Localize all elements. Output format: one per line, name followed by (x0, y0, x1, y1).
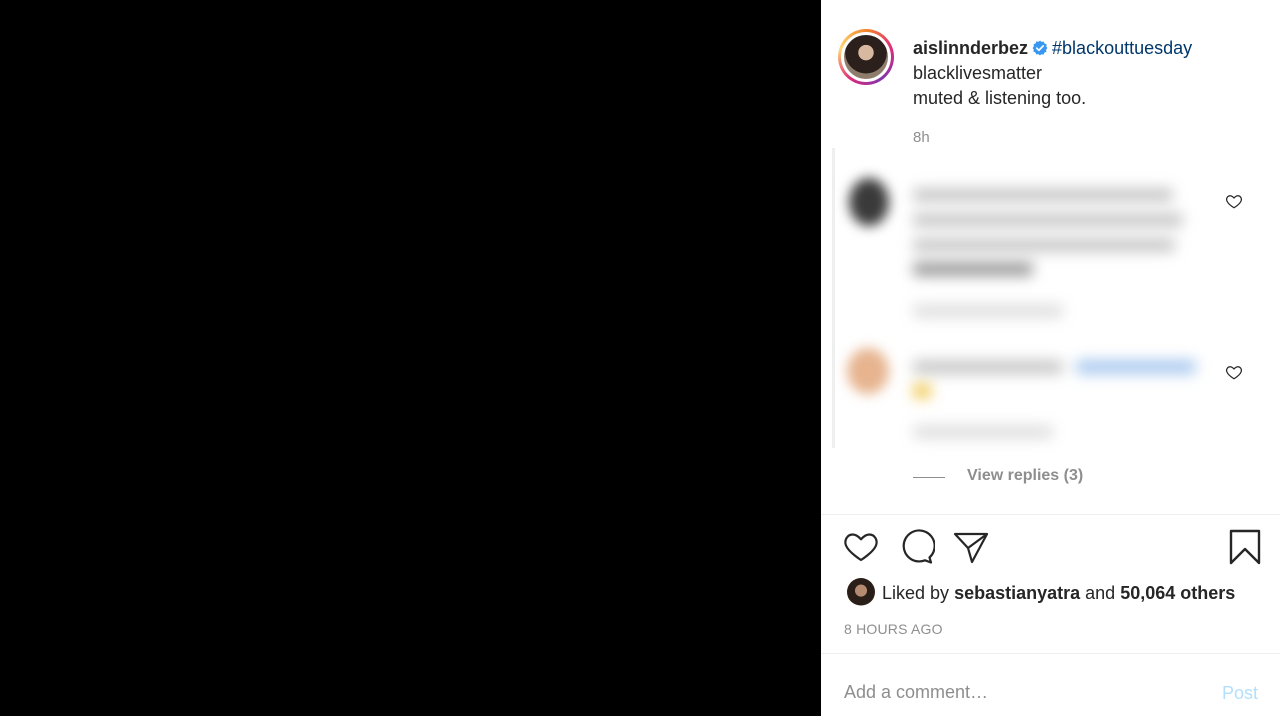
comment-text-blurred (913, 262, 1033, 276)
comment-text-blurred (913, 238, 1175, 252)
section-divider (821, 514, 1280, 515)
replies-divider (913, 477, 945, 478)
liker-avatar[interactable] (847, 578, 875, 606)
comment-meta-blurred (913, 304, 1063, 318)
likes-conjunction: and (1085, 583, 1116, 603)
comment-text-blurred (913, 188, 1173, 202)
likes-others-link[interactable]: 50,064 others (1120, 583, 1235, 603)
verified-badge-icon (1032, 40, 1048, 56)
comment-heart-icon[interactable] (1225, 192, 1243, 210)
comment-avatar-blurred (849, 178, 889, 226)
post-media[interactable] (0, 0, 820, 716)
comment-icon[interactable] (897, 528, 935, 566)
comment-avatar-blurred (847, 348, 889, 394)
caption-line: blacklivesmatter (913, 63, 1043, 83)
comment-heart-icon[interactable] (1225, 363, 1243, 381)
likes-prefix: Liked by (882, 583, 950, 603)
liker-username[interactable]: sebastianyatra (954, 583, 1080, 603)
post-details-panel: aislinnderbez #blackouttuesday blacklive… (821, 0, 1280, 716)
author-avatar[interactable] (838, 29, 894, 85)
heart-icon[interactable] (842, 528, 880, 566)
add-comment-input[interactable] (844, 682, 1174, 703)
bookmark-icon[interactable] (1226, 528, 1264, 566)
comment-text-blurred (913, 213, 1183, 227)
comment-thread-line (832, 148, 835, 448)
post-timestamp[interactable]: 8 HOURS AGO (844, 621, 943, 637)
caption-line: muted & listening too. (913, 88, 1087, 108)
comment-emoji-blurred (913, 384, 931, 398)
post-comment-button[interactable]: Post (1222, 683, 1258, 704)
post-caption: aislinnderbez #blackouttuesday blacklive… (913, 36, 1263, 111)
post-age[interactable]: 8h (913, 129, 930, 146)
comment-meta-blurred (913, 425, 1053, 439)
view-replies-button[interactable]: View replies (3) (967, 467, 1083, 485)
hashtag-link[interactable]: #blackouttuesday (1052, 38, 1192, 58)
comment-mention-blurred (1076, 360, 1196, 374)
section-divider (821, 653, 1280, 654)
comment-text-blurred (913, 360, 1063, 374)
author-username[interactable]: aislinnderbez (913, 38, 1028, 58)
paper-plane-icon[interactable] (952, 528, 990, 566)
likes-summary: Liked by sebastianyatra and 50,064 other… (882, 583, 1235, 604)
